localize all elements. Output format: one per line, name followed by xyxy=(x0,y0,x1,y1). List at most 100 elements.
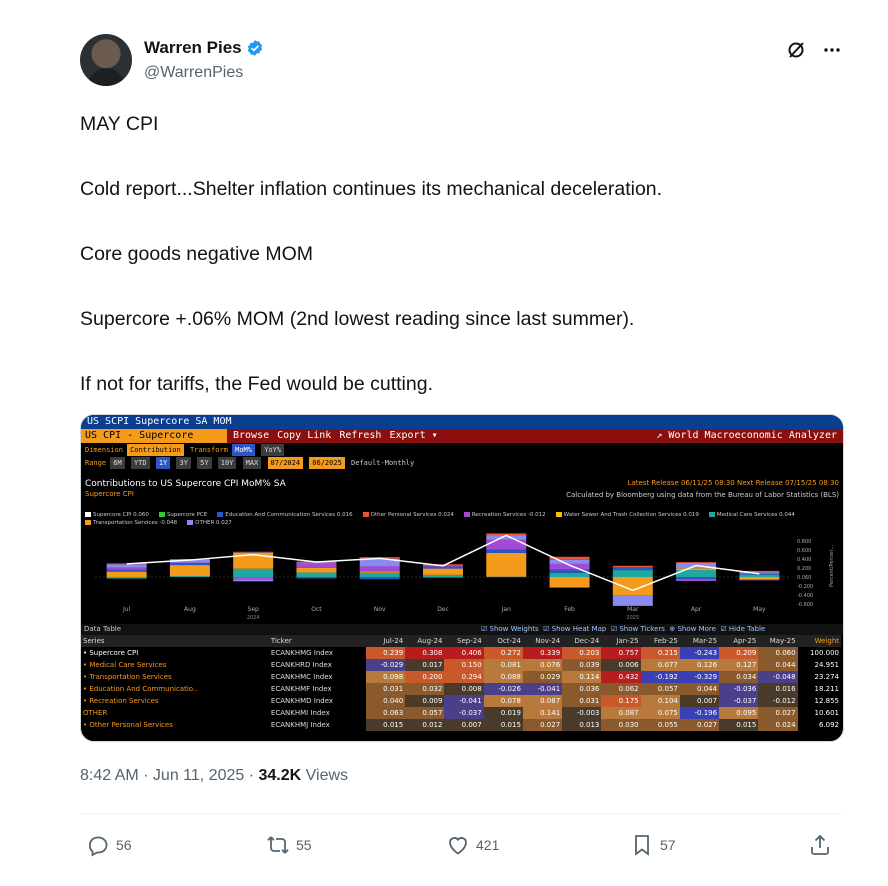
value-cell: 0.339 xyxy=(522,647,563,659)
contribution-bar xyxy=(359,571,400,573)
bookmark-count: 57 xyxy=(660,837,676,853)
value-cell: 0.200 xyxy=(405,671,445,683)
value-cell: 0.141 xyxy=(522,707,563,719)
share-button[interactable] xyxy=(808,833,832,857)
value-cell: 0.215 xyxy=(640,647,680,659)
value-cell: -0.026 xyxy=(483,683,523,695)
tweet-header: Warren Pies @WarrenPies xyxy=(80,32,850,92)
y-tick-label: -0.200 xyxy=(797,584,813,590)
y-tick-label: 0.400 xyxy=(797,557,811,563)
tweet-media-image[interactable]: US SCPI Supercore SA MOM US CPI - Superc… xyxy=(80,414,844,742)
verified-badge-icon xyxy=(247,40,262,56)
menu-copy-link: Copy Link xyxy=(277,430,332,441)
contribution-bar xyxy=(612,567,653,571)
y-tick-label: 0.060 xyxy=(797,575,811,581)
legend-item: Transportation Services -0.048 xyxy=(85,520,177,526)
contribution-bar xyxy=(106,577,147,579)
series-cell: • Recreation Services xyxy=(83,697,159,705)
tweet-paragraph: Cold report...Shelter inflation continue… xyxy=(80,178,663,200)
value-cell: 0.016 xyxy=(758,683,798,695)
value-cell: 0.239 xyxy=(365,647,406,659)
contribution-bar xyxy=(739,577,780,580)
author-handle[interactable]: @WarrenPies xyxy=(144,64,243,82)
legend-label: Education And Communication Services 0.0… xyxy=(225,512,353,518)
year-label: 2025 xyxy=(626,615,639,621)
reply-count: 56 xyxy=(116,837,132,853)
x-tick-label: Dec xyxy=(437,606,449,613)
bookmark-button[interactable]: 57 xyxy=(630,833,676,857)
contribution-bar xyxy=(676,568,717,571)
supercore-cpi-line xyxy=(126,534,760,592)
value-cell: -0.329 xyxy=(679,671,720,683)
value-cell: 0.027 xyxy=(679,719,720,731)
reply-button[interactable]: 56 xyxy=(86,833,132,857)
value-cell: 0.029 xyxy=(522,671,563,683)
value-cell: 0.007 xyxy=(679,695,720,707)
repost-icon xyxy=(267,836,289,854)
legend-swatch xyxy=(217,512,224,517)
value-cell: 0.088 xyxy=(483,671,523,683)
contribution-bar xyxy=(169,562,210,564)
col-month: Sep-24 xyxy=(444,635,484,647)
value-cell: 0.060 xyxy=(758,647,798,659)
author-name[interactable]: Warren Pies xyxy=(144,38,242,58)
contribution-bar xyxy=(739,574,780,577)
chart-title: Contributions to US Supercore CPI MoM% S… xyxy=(85,479,286,489)
contribution-bar xyxy=(739,579,780,581)
weight-cell: 24.951 xyxy=(814,661,840,669)
series-cell: OTHER xyxy=(83,709,108,717)
value-cell: 0.432 xyxy=(601,671,641,683)
value-cell: 0.027 xyxy=(758,707,798,719)
value-cell: 0.077 xyxy=(640,659,680,671)
chart-subtitle: Supercore CPI xyxy=(85,490,134,498)
contribution-bar xyxy=(233,579,274,582)
hide-table-button: ☑ Hide Table xyxy=(720,625,766,633)
value-cell: 0.078 xyxy=(483,695,523,707)
legend-swatch xyxy=(555,512,562,517)
contribution-chart: Jul Aug Sep Oct Nov Dec Jan Feb Mar Apr May 2024 202… xyxy=(95,533,835,621)
y-tick-label: -0.400 xyxy=(797,593,813,599)
value-cell: 0.055 xyxy=(640,719,680,731)
value-cell: 0.044 xyxy=(758,659,798,671)
legend-swatch xyxy=(85,520,91,525)
security-field: US CPI - Supercore xyxy=(81,429,227,443)
author-name-row: Warren Pies xyxy=(144,38,264,58)
data-table: Series Ticker Jul-24 Aug-24 Sep-24 Oct-2… xyxy=(81,635,841,731)
value-cell: 0.126 xyxy=(679,659,720,671)
value-cell: 0.757 xyxy=(601,647,641,659)
legend-item: Recreation Services -0.012 xyxy=(463,512,546,518)
repost-count: 55 xyxy=(296,837,312,853)
value-cell: 0.030 xyxy=(601,719,641,731)
legend-label: Transportation Services -0.048 xyxy=(93,520,178,526)
value-cell: 0.013 xyxy=(562,719,602,731)
y-tick-label: 0.800 xyxy=(797,539,811,545)
value-cell: 0.015 xyxy=(483,719,523,731)
repost-button[interactable]: 55 xyxy=(266,833,312,857)
contribution-bar xyxy=(423,577,463,578)
value-cell: 0.150 xyxy=(444,659,484,671)
contribution-bar xyxy=(612,567,653,568)
more-options-icon[interactable] xyxy=(822,40,842,60)
legend-swatch xyxy=(708,512,715,517)
tweet-paragraph: Supercore +.06% MOM (2nd lowest reading … xyxy=(80,308,635,330)
table-row: • Other Personal Services ECANKHMJ Index 0… xyxy=(81,719,841,731)
show-tickers-button: ☑ Show Tickers xyxy=(610,625,665,633)
grok-icon[interactable] xyxy=(786,40,806,60)
contribution-bar xyxy=(169,576,210,577)
value-cell: 0.031 xyxy=(562,695,602,707)
legend-item: Supercore PCE xyxy=(158,512,207,518)
value-cell: 0.044 xyxy=(679,683,720,695)
y-tick-label: -0.600 xyxy=(797,602,813,608)
contribution-bar xyxy=(612,565,653,568)
tweet-timestamp[interactable]: 8:42 AM · Jun 11, 2025 · xyxy=(80,767,258,784)
series-cell: • Transportation Services xyxy=(83,673,172,681)
ticker-cell: ECANKHMJ Index xyxy=(270,721,330,729)
avatar[interactable] xyxy=(80,34,132,86)
value-cell: 0.203 xyxy=(562,647,602,659)
app-name: ↗ World Macroeconomic Analyzer xyxy=(656,430,837,441)
contribution-bar xyxy=(549,577,590,588)
col-month: Dec-24 xyxy=(562,635,602,647)
value-cell: -0.037 xyxy=(444,707,484,719)
like-button[interactable]: 421 xyxy=(446,833,499,857)
tweet-paragraph: Core goods negative MOM xyxy=(80,243,314,265)
